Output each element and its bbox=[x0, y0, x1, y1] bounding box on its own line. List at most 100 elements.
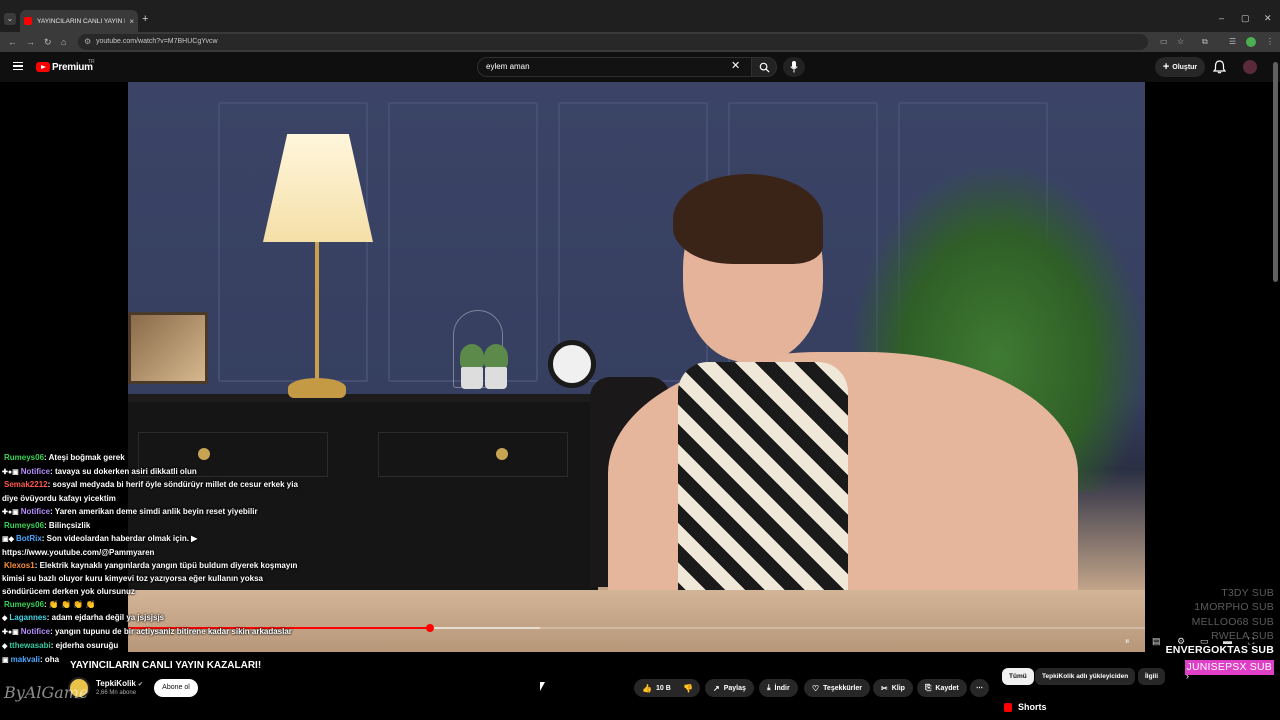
plant-pot bbox=[485, 367, 507, 389]
chat-text: : ejderha osuruğu bbox=[50, 640, 119, 650]
chat-text: : adam ejdarha değil ya jsjsjsjs bbox=[46, 613, 165, 623]
chat-text: : tavaya su dokerken asiri dikkatli olun bbox=[50, 466, 197, 476]
chat-username: Rumeys06 bbox=[4, 599, 45, 609]
chat-message: ◆ Lagannes: adam ejdarha değil ya jsjsjsj… bbox=[2, 612, 302, 626]
back-arrow-icon[interactable]: ← bbox=[8, 36, 17, 48]
chat-username: Rumeys06 bbox=[4, 453, 45, 462]
notifications-bell-icon[interactable] bbox=[1213, 60, 1226, 74]
sub-alerts-overlay: T3DY SUB 1MORPHO SUB MELLOO68 SUB RWELA … bbox=[1166, 586, 1274, 675]
plant-pot bbox=[461, 367, 483, 389]
chat-badges: ◆ bbox=[2, 642, 8, 650]
download-icon: ⤓ bbox=[767, 683, 771, 692]
sub-alert: T3DY SUB bbox=[1221, 587, 1274, 599]
brand-label[interactable]: Premium bbox=[52, 62, 93, 73]
search-button[interactable] bbox=[751, 57, 777, 77]
country-code: TR bbox=[88, 59, 95, 65]
pause-icon[interactable]: ⏸ bbox=[1125, 635, 1130, 647]
plus-icon: + bbox=[1162, 61, 1170, 73]
chip-from-uploader[interactable]: TepkiKolik adlı yükleyiciden bbox=[1035, 668, 1136, 685]
tab-search-menu-icon[interactable]: ⌄ bbox=[4, 13, 16, 25]
like-button[interactable]: 👍 10 B bbox=[634, 679, 679, 697]
search-query-text: eylem aman bbox=[486, 62, 530, 71]
chat-username: BotRix bbox=[16, 534, 42, 544]
forward-arrow-icon[interactable]: → bbox=[26, 36, 35, 48]
minimize-button[interactable]: – bbox=[1219, 13, 1224, 23]
download-label: İndir bbox=[774, 684, 790, 692]
chat-text: : Bilinçsizlik bbox=[44, 520, 91, 530]
share-button[interactable]: ↗ Paylaş bbox=[705, 679, 754, 697]
like-count: 10 B bbox=[655, 684, 671, 692]
clear-search-icon[interactable]: ✕ bbox=[731, 60, 740, 72]
channel-name[interactable]: TepkiKolik ✔ bbox=[96, 679, 143, 688]
chip-all[interactable]: Tümü bbox=[1002, 668, 1034, 685]
verified-check-icon: ✔ bbox=[137, 682, 143, 688]
sub-alert: 1MORPHO SUB bbox=[1194, 601, 1274, 614]
close-window-button[interactable]: ✕ bbox=[1264, 13, 1272, 23]
new-tab-button[interactable]: + bbox=[142, 13, 148, 25]
guide-menu-icon[interactable] bbox=[13, 62, 23, 70]
sub-alert: ENVERGOKTAS SUB bbox=[1165, 644, 1274, 657]
stream-chat-overlay: Rumeys06: Ateşi boğmak gerek ✚●▣ Notifice:… bbox=[2, 452, 302, 667]
site-info-icon[interactable]: ⚙ bbox=[84, 37, 91, 47]
save-label: Kaydet bbox=[935, 684, 959, 692]
chat-badges: ◆ bbox=[2, 615, 8, 623]
youtube-favicon-icon bbox=[24, 17, 32, 25]
bookmark-star-icon[interactable]: ☆ bbox=[1177, 36, 1184, 48]
create-label: Oluştur bbox=[1172, 63, 1198, 71]
share-arrow-icon: ↗ bbox=[713, 683, 720, 693]
browser-tab[interactable]: YAYINCILARIN CANLI YAYIN KA × bbox=[20, 10, 138, 32]
thanks-button[interactable]: ♡ Teşekkürler bbox=[804, 679, 870, 697]
video-title: YAYINCILARIN CANLI YAYIN KAZALARI! bbox=[70, 660, 262, 671]
chat-username: Klexos1 bbox=[4, 560, 35, 570]
thanks-label: Teşekkürler bbox=[823, 684, 862, 692]
chat-username: Semak2212 bbox=[4, 480, 48, 490]
scrubber-handle[interactable] bbox=[426, 624, 435, 632]
profile-avatar-icon[interactable] bbox=[1246, 37, 1256, 47]
dislike-button[interactable]: 👎 bbox=[676, 679, 700, 697]
maximize-button[interactable]: ▢ bbox=[1241, 13, 1250, 23]
download-button[interactable]: ⤓ İndir bbox=[759, 679, 798, 697]
cast-icon[interactable]: ▭ bbox=[1160, 36, 1168, 48]
subtitles-icon[interactable]: ▤ bbox=[1152, 635, 1161, 647]
alarm-clock bbox=[548, 340, 596, 388]
chat-badges: ✚●▣ bbox=[2, 508, 19, 516]
sub-alert: RWELA SUB bbox=[1211, 629, 1274, 642]
subscribe-button[interactable]: Abone ol bbox=[154, 679, 198, 697]
clip-button[interactable]: ✂ Klip bbox=[873, 679, 913, 697]
page-scrollbar[interactable] bbox=[1273, 62, 1278, 282]
account-avatar[interactable] bbox=[1243, 60, 1257, 74]
media-icon[interactable]: ☰ bbox=[1229, 36, 1236, 48]
more-actions-button[interactable]: ⋯ bbox=[970, 679, 989, 697]
browser-menu-icon[interactable]: ⋮ bbox=[1266, 36, 1274, 48]
chevron-right-icon[interactable]: › bbox=[1186, 671, 1189, 681]
shorts-label: Shorts bbox=[1018, 702, 1047, 712]
chat-message: Semak2212: sosyal medyada bi herif öyle … bbox=[2, 479, 302, 505]
home-icon[interactable]: ⌂ bbox=[61, 36, 66, 48]
chat-badges: ✚●▣ bbox=[2, 629, 19, 637]
voice-search-button[interactable] bbox=[783, 57, 805, 77]
lamp-base bbox=[288, 378, 346, 398]
thumbs-down-icon: 👎 bbox=[683, 683, 693, 693]
chat-message: ✚●▣ Notifice: yangın tupunu de bir actiys… bbox=[2, 626, 302, 640]
chat-badges: ✚●▣ bbox=[2, 468, 19, 476]
thumbs-up-icon: 👍 bbox=[642, 683, 652, 693]
chat-text: : Yaren amerikan deme simdi anlik beyin … bbox=[50, 506, 258, 516]
browser-toolbar: ← → ↻ ⌂ ⚙ youtube.com/watch?v=M7BHUCgYvc… bbox=[0, 32, 1280, 52]
channel-watermark: ByAlGame bbox=[4, 683, 89, 702]
reload-icon[interactable]: ↻ bbox=[44, 36, 52, 48]
create-button[interactable]: + Oluştur bbox=[1155, 57, 1205, 77]
address-bar[interactable]: ⚙ youtube.com/watch?v=M7BHUCgYvcw bbox=[78, 34, 1148, 50]
extensions-icon[interactable]: ⧉ bbox=[1202, 36, 1208, 48]
chat-badges: ▣ bbox=[2, 656, 9, 664]
chip-related[interactable]: İlgili bbox=[1138, 668, 1165, 685]
save-button[interactable]: ⎘ Kaydet bbox=[917, 679, 967, 697]
chat-message: ✚●▣ Notifice: Yaren amerikan deme simdi a… bbox=[2, 506, 302, 520]
tab-close-icon[interactable]: × bbox=[129, 17, 134, 26]
chat-text: : Elektrik kaynaklı yangınlarda yangın t… bbox=[2, 560, 298, 597]
chat-badges: ▣◆ bbox=[2, 536, 14, 544]
person-dress bbox=[678, 362, 848, 602]
drawer-knob bbox=[496, 448, 508, 460]
browser-tab-bar: ⌄ YAYINCILARIN CANLI YAYIN KA × + – ▢ ✕ bbox=[0, 0, 1280, 32]
chat-message: Rumeys06: Ateşi boğmak gerek bbox=[2, 452, 302, 466]
youtube-logo-icon[interactable] bbox=[36, 62, 50, 72]
